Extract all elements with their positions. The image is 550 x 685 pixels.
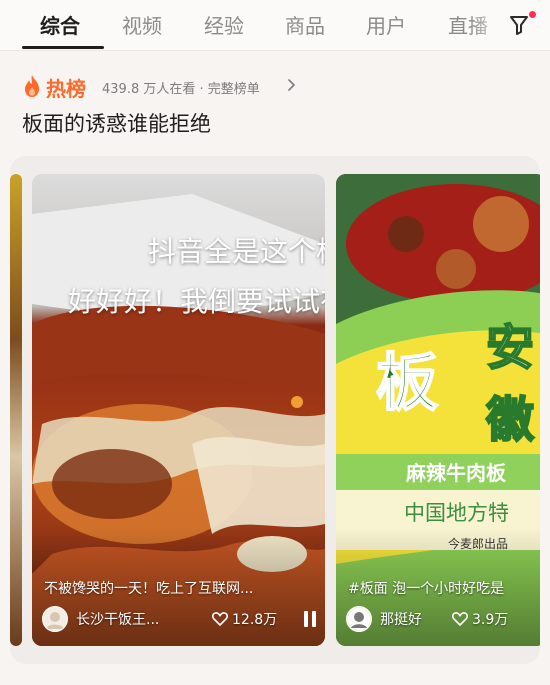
heart-icon[interactable] — [212, 611, 228, 626]
avatar-image — [348, 608, 370, 630]
chevron-right-icon[interactable] — [287, 78, 297, 92]
package-subtitle: 中国地方特 — [404, 501, 509, 525]
search-tab-bar: 综合 视频 经验 商品 用户 直播 — [0, 0, 550, 51]
video-card[interactable]: 板 安 徽 麻辣牛肉板 中国地方特 今麦郎出品 #板面 泡一个小时好吃是 那挺好… — [336, 174, 540, 646]
notification-dot — [529, 11, 536, 18]
noodle-package-thumbnail: 板 安 徽 麻辣牛肉板 中国地方特 今麦郎出品 — [336, 174, 540, 646]
tab-video[interactable]: 视频 — [122, 10, 162, 39]
package-char-2: 安 — [486, 320, 534, 376]
package-char-3: 徽 — [485, 392, 535, 448]
tab-all[interactable]: 综合 — [40, 10, 80, 39]
video-caption: #板面 泡一个小时好吃是 — [348, 581, 505, 597]
hot-list-label: 热榜 — [46, 77, 86, 101]
package-band-text: 麻辣牛肉板 — [405, 461, 507, 485]
video-overlay-subtitle: 好好好！我倒要试试有多好吃 — [68, 285, 325, 318]
like-count: 12.8万 — [232, 612, 278, 628]
bottom-spacer — [0, 664, 550, 685]
video-meta: 长沙干饭王... 12.8万 — [42, 606, 322, 632]
hot-list-viewers[interactable]: 439.8 万人在看 · 完整榜单 — [102, 78, 260, 97]
video-caption: 不被馋哭的一天！吃上了互联网... — [44, 581, 254, 597]
video-carousel[interactable]: 抖音全是这个板面 好好好！我倒要试试有多好吃 不被馋哭的一天！吃上了互联网...… — [10, 156, 540, 664]
topic-headline[interactable]: 板面的诱惑谁能拒绝 — [22, 108, 211, 138]
video-card-previous[interactable] — [10, 174, 22, 646]
package-brand: 今麦郎出品 — [448, 536, 508, 551]
video-meta: 那挺好 3.9万 — [346, 606, 540, 632]
tab-experience[interactable]: 经验 — [204, 10, 244, 39]
tab-users[interactable]: 用户 — [366, 10, 406, 39]
like-count: 3.9万 — [472, 612, 509, 628]
tab-fade — [470, 0, 510, 50]
pause-icon[interactable] — [304, 611, 318, 627]
active-tab-indicator — [22, 46, 104, 49]
video-card[interactable]: 抖音全是这个板面 好好好！我倒要试试有多好吃 不被馋哭的一天！吃上了互联网...… — [32, 174, 325, 646]
avatar-image — [46, 612, 64, 629]
avatar[interactable] — [346, 606, 372, 632]
tab-products[interactable]: 商品 — [285, 10, 325, 39]
author-name[interactable]: 那挺好 — [380, 609, 422, 629]
heart-icon[interactable] — [452, 611, 468, 626]
avatar[interactable] — [42, 606, 68, 632]
flame-icon — [25, 75, 39, 97]
author-name[interactable]: 长沙干饭王... — [76, 609, 159, 629]
video-overlay-title: 抖音全是这个板面 — [148, 235, 325, 268]
package-char-1: 板 — [376, 346, 438, 419]
